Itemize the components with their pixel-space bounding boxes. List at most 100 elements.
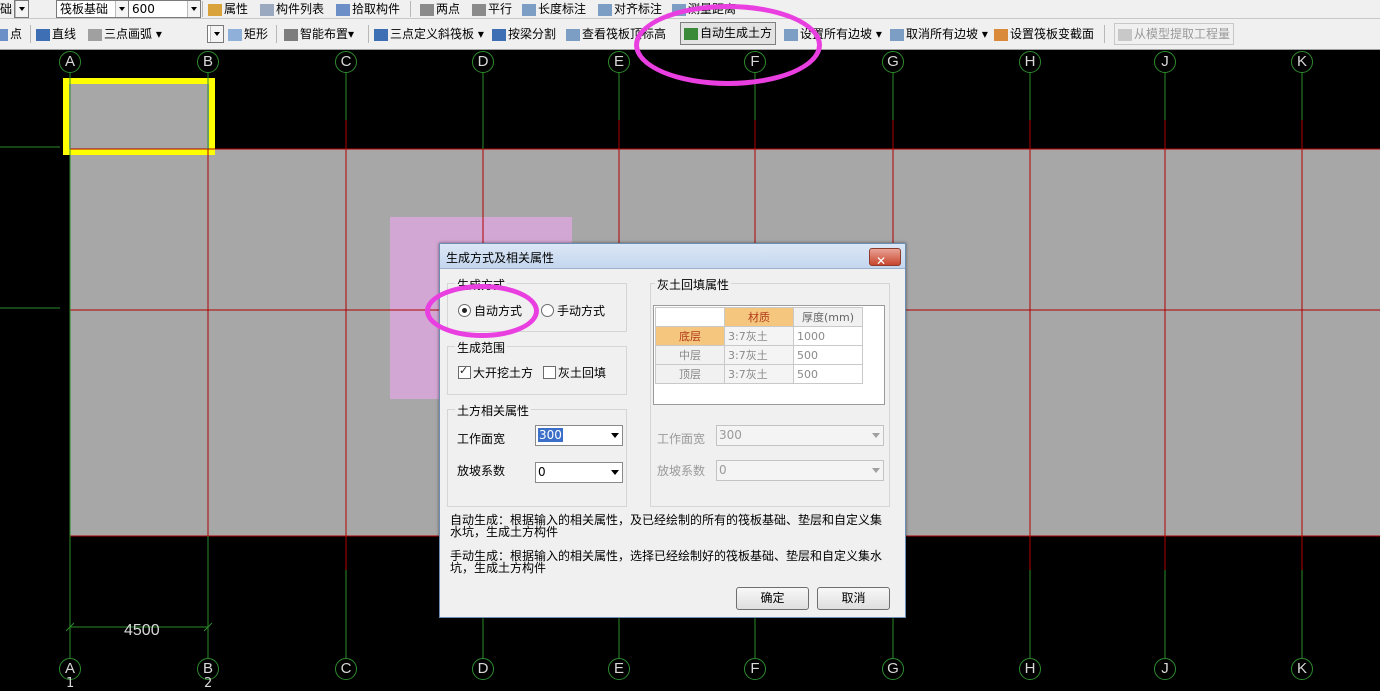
left-select-stub[interactable]	[14, 0, 29, 18]
axis-bubble-bottom: E	[608, 658, 630, 680]
length-dim-button[interactable]: 长度标注	[522, 0, 586, 18]
separator	[368, 25, 369, 43]
earth-props-group	[447, 409, 627, 507]
extract-icon	[1118, 28, 1132, 41]
point-button[interactable]: 点	[0, 25, 22, 43]
lime-work-width-select[interactable]: 300	[716, 425, 884, 446]
table-cell[interactable]: 1000	[793, 326, 863, 346]
big-excavation-checkbox[interactable]	[458, 364, 471, 379]
lime-layer-table: 材质 厚度(mm) 底层 3:7灰土 1000 中层 3:7灰土 500 顶层 …	[653, 305, 885, 405]
arc-dropdown[interactable]	[207, 25, 224, 43]
slope-coef-select[interactable]: 0	[535, 462, 623, 483]
axis-bubble-top: D	[472, 51, 494, 73]
axis-bubble-top: C	[335, 51, 357, 73]
row-header: 中层	[655, 345, 725, 365]
work-width-select[interactable]: 300	[535, 425, 623, 446]
axis-bubble-bottom: K	[1291, 658, 1313, 680]
axis-bubble-top: H	[1019, 51, 1041, 73]
row-header: 顶层	[655, 364, 725, 384]
parallel-icon	[472, 3, 486, 16]
chevron-down-icon	[872, 433, 880, 438]
two-points-icon	[420, 3, 434, 16]
rect-button[interactable]: 矩形	[228, 25, 268, 43]
ok-button[interactable]: 确定	[736, 587, 809, 610]
slope-raft-button[interactable]: 三点定义斜筏板 ▾	[374, 25, 484, 43]
pick-label: 拾取构件	[352, 2, 401, 16]
cancel-slopes-button[interactable]: 取消所有边坡 ▾	[890, 25, 988, 43]
table-cell[interactable]: 500	[793, 364, 863, 384]
chevron-down-icon	[872, 468, 880, 473]
separator	[410, 1, 411, 17]
point-icon	[0, 28, 8, 41]
gen-range-label: 生成范围	[455, 339, 508, 356]
lime-backfill-checkbox[interactable]	[543, 366, 556, 379]
list-label: 构件列表	[276, 2, 325, 16]
table-cell[interactable]: 3:7灰土	[724, 326, 794, 346]
separator	[202, 1, 203, 17]
lime-slope-label: 放坡系数	[657, 464, 706, 478]
list-button[interactable]: 构件列表	[260, 0, 324, 18]
size-select-value: 600	[132, 2, 155, 16]
size-select[interactable]: 600	[128, 0, 201, 18]
table-cell[interactable]: 500	[793, 345, 863, 365]
slope-raft-icon	[374, 28, 388, 41]
separator	[276, 25, 277, 43]
dimension-value: 4500	[124, 622, 160, 639]
cancel-button[interactable]: 取消	[817, 587, 890, 610]
dialog-titlebar[interactable]: 生成方式及相关属性 ✕	[440, 244, 905, 269]
smart-layout-button[interactable]: 智能布置▾	[284, 25, 354, 43]
work-width-label: 工作面宽	[457, 432, 506, 446]
parallel-label: 平行	[488, 2, 513, 16]
cancel-slopes-icon	[890, 28, 904, 41]
col-header: 厚度(mm)	[793, 307, 863, 327]
dialog-title: 生成方式及相关属性	[446, 251, 555, 265]
table-cell[interactable]: 3:7灰土	[724, 345, 794, 365]
set-section-icon	[994, 28, 1008, 41]
length-dim-label: 长度标注	[538, 2, 587, 16]
extract-button[interactable]: 从模型提取工程量	[1114, 23, 1235, 45]
auto-description: 自动生成：根据输入的相关属性，及已经绘制的所有的筏板基础、垫层和自定义集水坑，生…	[450, 513, 883, 539]
attr-button[interactable]: 属性	[208, 0, 248, 18]
close-button[interactable]: ✕	[869, 248, 901, 268]
point-label: 点	[10, 27, 23, 41]
manual-mode-label[interactable]: 手动方式	[557, 302, 605, 319]
annotation-circle-radio	[425, 284, 539, 338]
set-section-button[interactable]: 设置筏板变截面	[994, 25, 1094, 43]
length-dim-icon	[522, 3, 536, 16]
align-dim-button[interactable]: 对齐标注	[598, 0, 662, 18]
separator	[1104, 25, 1105, 43]
row-header: 底层	[655, 326, 725, 346]
slope-coef-value: 0	[538, 465, 546, 479]
attr-icon	[208, 3, 222, 16]
two-points-button[interactable]: 两点	[420, 0, 460, 18]
axis-bubble-bottom: G	[882, 658, 904, 680]
axis-bubble-top: J	[1154, 51, 1176, 73]
manual-mode-radio[interactable]	[541, 304, 554, 317]
arc-icon	[88, 28, 102, 41]
beam-split-button[interactable]: 按梁分割	[492, 25, 556, 43]
parallel-button[interactable]: 平行	[472, 0, 512, 18]
axis-bubble-top: A	[59, 51, 81, 73]
work-width-value: 300	[538, 428, 563, 442]
lime-slope-select[interactable]: 0	[716, 460, 884, 481]
table-cell[interactable]: 3:7灰土	[724, 364, 794, 384]
pick-button[interactable]: 拾取构件	[336, 0, 400, 18]
axis-bubble-bottom: F	[744, 658, 766, 680]
set-section-label: 设置筏板变截面	[1010, 27, 1095, 41]
arc-button[interactable]: 三点画弧 ▾	[88, 25, 162, 43]
line-button[interactable]: 直线	[36, 25, 76, 43]
pick-icon	[336, 3, 350, 16]
lime-work-width-value: 300	[719, 428, 742, 442]
axis-bubble-top: K	[1291, 51, 1313, 73]
axis-bubble-top: E	[608, 51, 630, 73]
earth-props-label: 土方相关属性	[455, 402, 532, 419]
corner-cell	[655, 307, 725, 327]
big-excavation-label[interactable]: 大开挖土方	[473, 364, 533, 381]
lime-backfill-label[interactable]: 灰土回填	[558, 364, 606, 381]
beam-split-icon	[492, 28, 506, 41]
type-select[interactable]: 筏板基础	[56, 0, 129, 18]
align-dim-label: 对齐标注	[614, 2, 663, 16]
axis-bubble-top: G	[882, 51, 904, 73]
selected-raft-cell[interactable]	[63, 78, 215, 155]
separator	[30, 25, 31, 43]
